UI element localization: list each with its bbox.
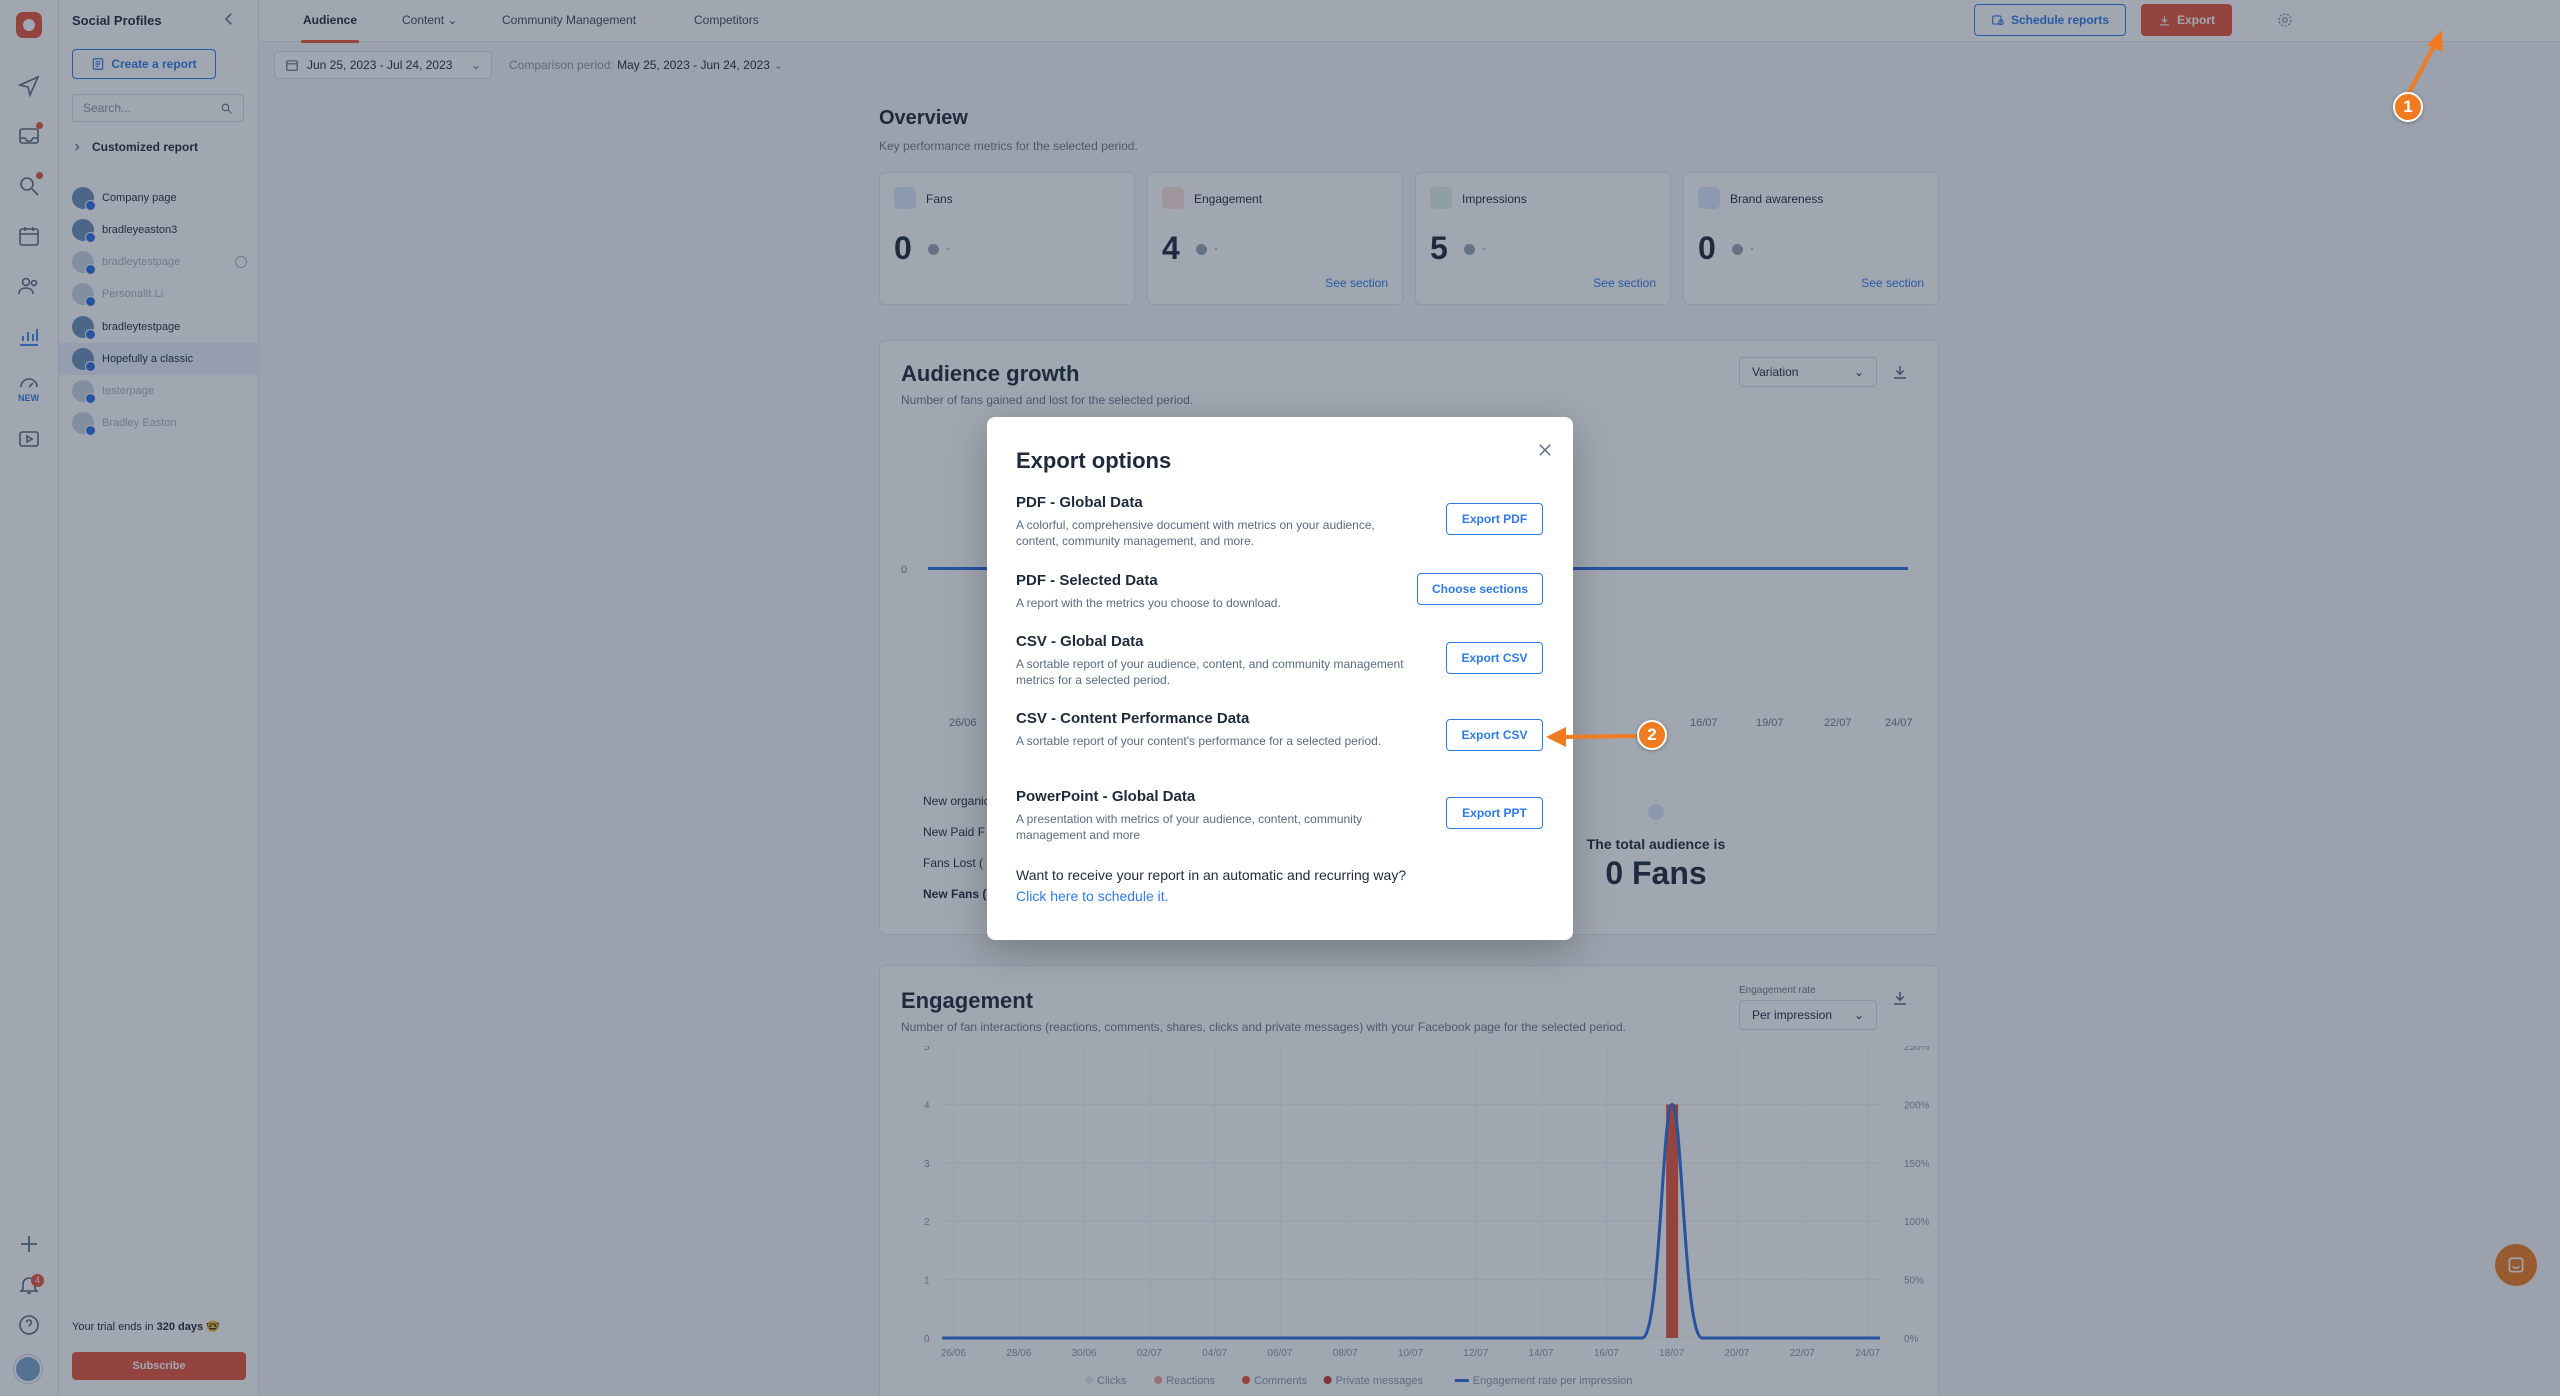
modal-title: Export options	[1016, 448, 1172, 473]
option-ppt-global: PowerPoint - Global Data A presentation …	[1016, 788, 1416, 843]
schedule-link[interactable]: Click here to schedule it.	[1016, 888, 1169, 904]
option-description: A sortable report of your content's perf…	[1016, 734, 1382, 748]
option-pdf-global: PDF - Global Data A colorful, comprehens…	[1016, 494, 1416, 549]
option-title: CSV - Global Data	[1016, 633, 1144, 650]
option-description: A sortable report of your audience, cont…	[1016, 657, 1404, 687]
choose-sections-button[interactable]: Choose sections	[1417, 573, 1543, 605]
export-options-modal: Export options PDF - Global Data A color…	[987, 417, 1573, 940]
option-description: A presentation with metrics of your audi…	[1016, 812, 1363, 842]
close-icon[interactable]	[1536, 441, 1554, 459]
export-csv-global-button[interactable]: Export CSV	[1446, 642, 1543, 674]
schedule-question: Want to receive your report in an automa…	[1016, 867, 1407, 883]
step-badge-1: 1	[2393, 92, 2423, 122]
export-pdf-button[interactable]: Export PDF	[1446, 503, 1543, 535]
export-ppt-button[interactable]: Export PPT	[1446, 797, 1543, 829]
option-pdf-selected: PDF - Selected Data A report with the me…	[1016, 572, 1416, 611]
option-description: A report with the metrics you choose to …	[1016, 596, 1281, 610]
option-title: PDF - Selected Data	[1016, 572, 1158, 589]
option-title: PDF - Global Data	[1016, 494, 1143, 511]
step-badge-2: 2	[1637, 720, 1667, 750]
option-csv-content-performance: CSV - Content Performance Data A sortabl…	[1016, 710, 1416, 749]
option-title: PowerPoint - Global Data	[1016, 788, 1196, 805]
option-csv-global: CSV - Global Data A sortable report of y…	[1016, 633, 1416, 688]
option-description: A colorful, comprehensive document with …	[1016, 518, 1375, 548]
export-csv-content-button[interactable]: Export CSV	[1446, 719, 1543, 751]
option-title: CSV - Content Performance Data	[1016, 710, 1250, 727]
